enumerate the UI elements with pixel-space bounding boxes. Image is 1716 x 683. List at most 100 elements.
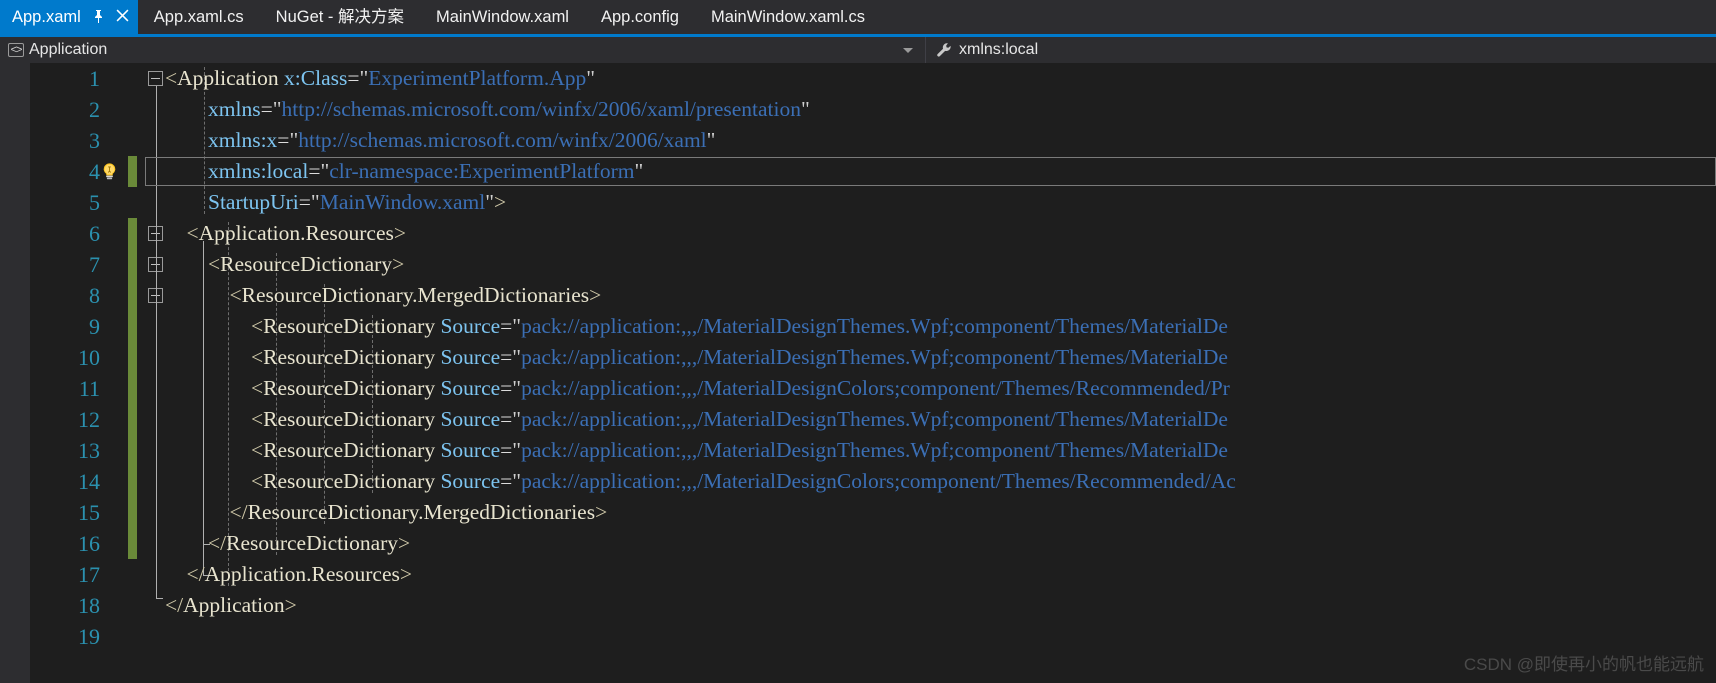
editor-tab-3[interactable]: NuGet - 解决方案 (259, 0, 421, 34)
line-number: 7 (89, 252, 100, 277)
code-line-text: </Application> (165, 590, 297, 621)
code-line[interactable]: 7 <ResourceDictionary> (0, 249, 1716, 280)
code-line[interactable]: 13 <ResourceDictionary Source="pack://ap… (0, 435, 1716, 466)
code-line-body[interactable] (145, 621, 1716, 652)
editor-tab-label: App.xaml.cs (153, 7, 244, 26)
code-line-body[interactable]: StartupUri="MainWindow.xaml"> (145, 187, 1716, 218)
code-token-quote: " (512, 407, 522, 431)
code-token-val: http://schemas.microsoft.com/winfx/2006/… (298, 128, 707, 152)
code-line-body[interactable]: <ResourceDictionary> (145, 249, 1716, 280)
editor-tab-6[interactable]: MainWindow.xaml.cs (694, 0, 882, 34)
editor-tab-5[interactable]: App.config (584, 0, 695, 34)
code-token-attr: xmlns:local (208, 159, 309, 183)
code-token-brack: > (494, 190, 507, 214)
code-token-quote: " (289, 128, 299, 152)
code-token-quote: " (801, 97, 810, 121)
close-icon[interactable] (116, 9, 129, 26)
visual-studio-editor-window: App.xaml App.xaml.cs NuGet - 解决方案 MainWindo… (0, 0, 1716, 683)
code-token-val: pack://application:,,,/MaterialDesignThe… (521, 314, 1228, 338)
code-line-body[interactable]: </ResourceDictionary> (145, 528, 1716, 559)
code-line[interactable]: 14 <ResourceDictionary Source="pack://ap… (0, 466, 1716, 497)
code-line[interactable]: 9 <ResourceDictionary Source="pack://app… (0, 311, 1716, 342)
change-indicator-bar (128, 373, 137, 404)
code-token-val: ExperimentPlatform.App (368, 66, 587, 90)
code-line-body[interactable]: <ResourceDictionary Source="pack://appli… (145, 435, 1716, 466)
code-line[interactable]: 11 <ResourceDictionary Source="pack://ap… (0, 373, 1716, 404)
line-number: 11 (78, 376, 100, 401)
code-token-eq: = (308, 159, 321, 183)
code-token-tag: ResourceDictionary (263, 438, 436, 462)
code-line-body[interactable]: <Application x:Class="ExperimentPlatform… (145, 63, 1716, 94)
code-token-tag: Application (183, 593, 285, 617)
code-token-brack: < (186, 221, 199, 245)
code-line-body[interactable]: xmlns:x="http://schemas.microsoft.com/wi… (145, 125, 1716, 156)
code-token-eq: = (500, 438, 513, 462)
code-line-body[interactable]: </ResourceDictionary.MergedDictionaries> (145, 497, 1716, 528)
code-line-text: xmlns:x="http://schemas.microsoft.com/wi… (165, 125, 715, 156)
code-line-text: <ResourceDictionary> (165, 249, 404, 280)
editor-tab-label: App.xaml (12, 7, 81, 26)
code-token-attr: Source (440, 376, 501, 400)
wrench-icon (936, 42, 953, 59)
line-number: 3 (89, 128, 100, 153)
code-line[interactable]: 16 </ResourceDictionary> (0, 528, 1716, 559)
pin-icon[interactable] (93, 9, 104, 26)
code-token-brack: < (251, 407, 264, 431)
code-token-eq: = (500, 345, 513, 369)
navbar-member-dropdown[interactable]: xmlns:local (925, 37, 1716, 63)
code-line-body[interactable]: <ResourceDictionary Source="pack://appli… (145, 342, 1716, 373)
code-token-quote: " (512, 469, 522, 493)
code-line-text: </ResourceDictionary> (165, 528, 410, 559)
code-line[interactable]: 12 <ResourceDictionary Source="pack://ap… (0, 404, 1716, 435)
editor-tab-1[interactable]: App.xaml (0, 0, 138, 34)
code-line-body[interactable]: <Application.Resources> (145, 218, 1716, 249)
code-line[interactable]: 4 xmlns:local="clr-namespace:ExperimentP… (0, 156, 1716, 187)
code-line-text: xmlns="http://schemas.microsoft.com/winf… (165, 94, 810, 125)
lightbulb-icon[interactable] (100, 162, 119, 181)
navbar-type-dropdown[interactable]: <> Application (0, 37, 925, 63)
code-line-body[interactable]: </Application.Resources> (145, 559, 1716, 590)
editor-tab-label: App.config (600, 7, 679, 26)
line-number: 6 (89, 221, 100, 246)
code-line-body[interactable]: </Application> (145, 590, 1716, 621)
code-line-text: <ResourceDictionary Source="pack://appli… (165, 311, 1228, 342)
code-line[interactable]: 19 (0, 621, 1716, 652)
code-token-brack: > (399, 562, 412, 586)
editor-tab-4[interactable]: MainWindow.xaml (420, 0, 585, 34)
code-line-body[interactable]: <ResourceDictionary Source="pack://appli… (145, 311, 1716, 342)
code-line-body[interactable]: <ResourceDictionary Source="pack://appli… (145, 466, 1716, 497)
code-line[interactable]: 8 <ResourceDictionary.MergedDictionaries… (0, 280, 1716, 311)
code-line[interactable]: 18 </Application> (0, 590, 1716, 621)
code-line-body[interactable]: xmlns:local="clr-namespace:ExperimentPla… (145, 156, 1716, 187)
code-line[interactable]: 17 </Application.Resources> (0, 559, 1716, 590)
code-editor-surface[interactable]: 1 <Application x:Class="ExperimentPlatfor… (0, 63, 1716, 683)
chevron-down-icon[interactable] (903, 47, 913, 53)
code-line[interactable]: 5 StartupUri="MainWindow.xaml"> (0, 187, 1716, 218)
code-line[interactable]: 2 xmlns="http://schemas.microsoft.com/wi… (0, 94, 1716, 125)
code-token-quote: " (359, 66, 369, 90)
change-indicator-bar (128, 466, 137, 497)
code-line[interactable]: 15 </ResourceDictionary.MergedDictionari… (0, 497, 1716, 528)
editor-tab-2[interactable]: App.xaml.cs (137, 0, 260, 34)
code-line-body[interactable]: <ResourceDictionary.MergedDictionaries> (145, 280, 1716, 311)
code-line-body[interactable]: xmlns="http://schemas.microsoft.com/winf… (145, 94, 1716, 125)
code-token-brack: </ (208, 531, 227, 555)
code-element-icon: <> (8, 43, 24, 57)
code-line[interactable]: 3 xmlns:x="http://schemas.microsoft.com/… (0, 125, 1716, 156)
code-line[interactable]: 1 <Application x:Class="ExperimentPlatfor… (0, 63, 1716, 94)
code-line-text: <Application.Resources> (165, 218, 407, 249)
editor-tab-label: MainWindow.xaml (436, 7, 569, 26)
code-token-tag: ResourceDictionary.MergedDictionaries (241, 283, 590, 307)
line-number: 10 (78, 345, 100, 370)
code-line-body[interactable]: <ResourceDictionary Source="pack://appli… (145, 404, 1716, 435)
code-token-eq: = (500, 407, 513, 431)
code-line[interactable]: 6 <Application.Resources> (0, 218, 1716, 249)
code-line-text: <Application x:Class="ExperimentPlatform… (165, 63, 595, 94)
code-line[interactable]: 10 <ResourceDictionary Source="pack://ap… (0, 342, 1716, 373)
code-line-body[interactable]: <ResourceDictionary Source="pack://appli… (145, 373, 1716, 404)
change-indicator-bar (128, 342, 137, 373)
change-indicator-bar (128, 404, 137, 435)
